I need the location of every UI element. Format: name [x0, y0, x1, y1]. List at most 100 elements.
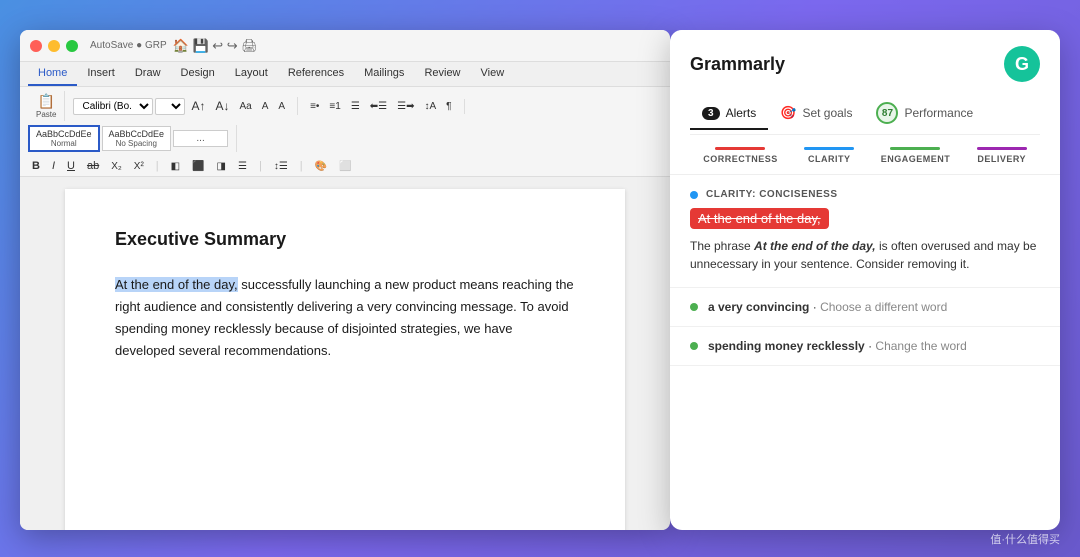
- grammarly-icon: G: [1004, 46, 1040, 82]
- grammarly-content[interactable]: CLARITY: CONCISENESS At the end of the d…: [670, 175, 1060, 530]
- tab-layout[interactable]: Layout: [225, 62, 278, 86]
- correctness-underline: [715, 147, 765, 150]
- align-right-btn[interactable]: ◨: [213, 159, 230, 174]
- score-tab-engagement[interactable]: ENGAGEMENT: [881, 147, 951, 164]
- tab-references[interactable]: References: [278, 62, 354, 86]
- suggestion-action-2: Change the word: [875, 339, 966, 353]
- close-button[interactable]: [30, 40, 42, 52]
- word-window: AutoSave ● GRP 🏠 💾 ↩ ↪ 🖨 Home Insert Dra…: [20, 30, 670, 530]
- title-bar-icons: AutoSave ● GRP 🏠 💾 ↩ ↪ 🖨: [90, 38, 258, 54]
- shading-btn[interactable]: 🎨: [311, 159, 331, 174]
- tab-review[interactable]: Review: [414, 62, 470, 86]
- delivery-label: DELIVERY: [977, 154, 1026, 164]
- document-body: At the end of the day, successfully laun…: [115, 274, 575, 362]
- strikethrough-btn[interactable]: ab: [83, 158, 103, 174]
- font-grow-btn[interactable]: A↑: [187, 97, 209, 115]
- suggestion-phrase-2: spending money recklessly: [708, 339, 865, 353]
- text-case-btn[interactable]: Aa: [236, 99, 256, 114]
- show-marks-btn[interactable]: ¶: [442, 99, 455, 114]
- decrease-indent-btn[interactable]: ⬅☰: [366, 99, 391, 114]
- alerts-badge: 3: [702, 107, 720, 120]
- desc-phrase: At the end of the day,: [754, 239, 876, 253]
- document-page: Executive Summary At the end of the day,…: [65, 189, 625, 530]
- superscript-btn[interactable]: X²: [130, 159, 148, 174]
- paste-icon: 📋: [38, 93, 55, 110]
- clear-format-btn[interactable]: A: [258, 99, 273, 114]
- main-alert-item[interactable]: CLARITY: CONCISENESS At the end of the d…: [670, 175, 1060, 288]
- score-tab-correctness[interactable]: CORRECTNESS: [703, 147, 778, 164]
- grammarly-logo-row: Grammarly G: [690, 46, 1040, 82]
- tab-alerts[interactable]: 3 Alerts: [690, 98, 768, 130]
- document-scroll-area[interactable]: Executive Summary At the end of the day,…: [20, 177, 670, 530]
- font-selector[interactable]: Calibri (Bo...: [73, 98, 153, 115]
- alert-dot-clarity: [690, 191, 698, 199]
- format-paint-btn[interactable]: A: [274, 99, 289, 114]
- grammarly-panel: Grammarly G 3 Alerts 🎯 Set goals 87 Perf…: [670, 30, 1060, 530]
- grammarly-title: Grammarly: [690, 54, 785, 75]
- style-no-spacing[interactable]: AaBbCcDdEe No Spacing: [102, 126, 172, 151]
- numbering-btn[interactable]: ≡1: [325, 99, 344, 114]
- minimize-button[interactable]: [48, 40, 60, 52]
- score-category-tabs: CORRECTNESS CLARITY ENGAGEMENT DELIVERY: [670, 135, 1060, 164]
- document-title: Executive Summary: [115, 229, 575, 250]
- bold-btn[interactable]: B: [28, 158, 44, 174]
- font-group: Calibri (Bo... 12 A↑ A↓ Aa A A: [73, 97, 298, 115]
- autosave-label: AutoSave ● GRP: [90, 40, 167, 51]
- tab-design[interactable]: Design: [171, 62, 225, 86]
- border-btn[interactable]: ⬜: [335, 159, 355, 174]
- fullscreen-button[interactable]: [66, 40, 78, 52]
- suggestion-text-2: spending money recklessly · Change the w…: [708, 339, 967, 353]
- suggestion-sep-1: ·: [813, 300, 820, 314]
- increase-indent-btn[interactable]: ☰➡: [393, 99, 418, 114]
- watermark: 值·什么值得买: [990, 531, 1060, 547]
- tab-draw[interactable]: Draw: [125, 62, 171, 86]
- highlighted-phrase: At the end of the day,: [115, 277, 238, 292]
- justify-btn[interactable]: ☰: [234, 159, 251, 174]
- tab-performance[interactable]: 87 Performance: [864, 94, 985, 134]
- bullets-btn[interactable]: ≡•: [306, 99, 323, 114]
- align-center-btn[interactable]: ⬛: [188, 159, 208, 174]
- traffic-lights: [30, 40, 78, 52]
- clarity-label: CLARITY: [808, 154, 851, 164]
- grammarly-header: Grammarly G 3 Alerts 🎯 Set goals 87 Perf…: [670, 30, 1060, 135]
- suggestion-item-1[interactable]: a very convincing · Choose a different w…: [670, 288, 1060, 327]
- desc-before: The phrase: [690, 239, 754, 253]
- italic-btn[interactable]: I: [48, 158, 59, 174]
- ribbon-toolbar-row2: B I U ab X₂ X² | ◧ ⬛ ◨ ☰ | ↕☰ | 🎨 ⬜: [20, 156, 670, 177]
- clarity-underline: [804, 147, 854, 150]
- style-normal[interactable]: AaBbCcDdEe Normal: [28, 125, 100, 152]
- tab-set-goals[interactable]: 🎯 Set goals: [768, 97, 864, 131]
- grammarly-top-tabs: 3 Alerts 🎯 Set goals 87 Performance: [690, 94, 1040, 135]
- tab-home[interactable]: Home: [28, 62, 77, 86]
- paragraph-group: ≡• ≡1 ☰ ⬅☰ ☰➡ ↕A ¶: [306, 99, 464, 114]
- suggestion-action-1: Choose a different word: [820, 300, 947, 314]
- correctness-label: CORRECTNESS: [703, 154, 778, 164]
- score-tab-delivery[interactable]: DELIVERY: [977, 147, 1027, 164]
- tab-insert[interactable]: Insert: [77, 62, 125, 86]
- title-bar: AutoSave ● GRP 🏠 💾 ↩ ↪ 🖨: [20, 30, 670, 62]
- ribbon-tabs: Home Insert Draw Design Layout Reference…: [20, 62, 670, 87]
- align-left-btn[interactable]: ◧: [167, 159, 184, 174]
- font-shrink-btn[interactable]: A↓: [211, 97, 233, 115]
- alerts-label: Alerts: [726, 106, 757, 120]
- alert-category: CLARITY: CONCISENESS: [706, 189, 838, 200]
- tab-mailings[interactable]: Mailings: [354, 62, 414, 86]
- multilevel-btn[interactable]: ☰: [347, 99, 364, 114]
- paste-area[interactable]: 📋 Paste: [28, 91, 65, 121]
- delivery-underline: [977, 147, 1027, 150]
- tab-view[interactable]: View: [471, 62, 515, 86]
- styles-group: AaBbCcDdEe Normal AaBbCcDdEe No Spacing …: [28, 125, 237, 152]
- engagement-label: ENGAGEMENT: [881, 154, 951, 164]
- ribbon-toolbar-row1: 📋 Paste Calibri (Bo... 12 A↑ A↓ Aa A A ≡…: [20, 87, 670, 156]
- paste-label: Paste: [36, 110, 56, 119]
- style-more[interactable]: ...: [173, 130, 228, 147]
- subscript-btn[interactable]: X₂: [107, 159, 126, 174]
- score-tab-clarity[interactable]: CLARITY: [804, 147, 854, 164]
- suggestion-text-1: a very convincing · Choose a different w…: [708, 300, 947, 314]
- line-spacing-btn[interactable]: ↕☰: [270, 159, 292, 174]
- sort-btn[interactable]: ↕A: [420, 99, 440, 114]
- underline-btn[interactable]: U: [63, 158, 79, 174]
- suggestion-dot-2: [690, 342, 698, 350]
- font-size-selector[interactable]: 12: [155, 98, 185, 115]
- suggestion-item-2[interactable]: spending money recklessly · Change the w…: [670, 327, 1060, 366]
